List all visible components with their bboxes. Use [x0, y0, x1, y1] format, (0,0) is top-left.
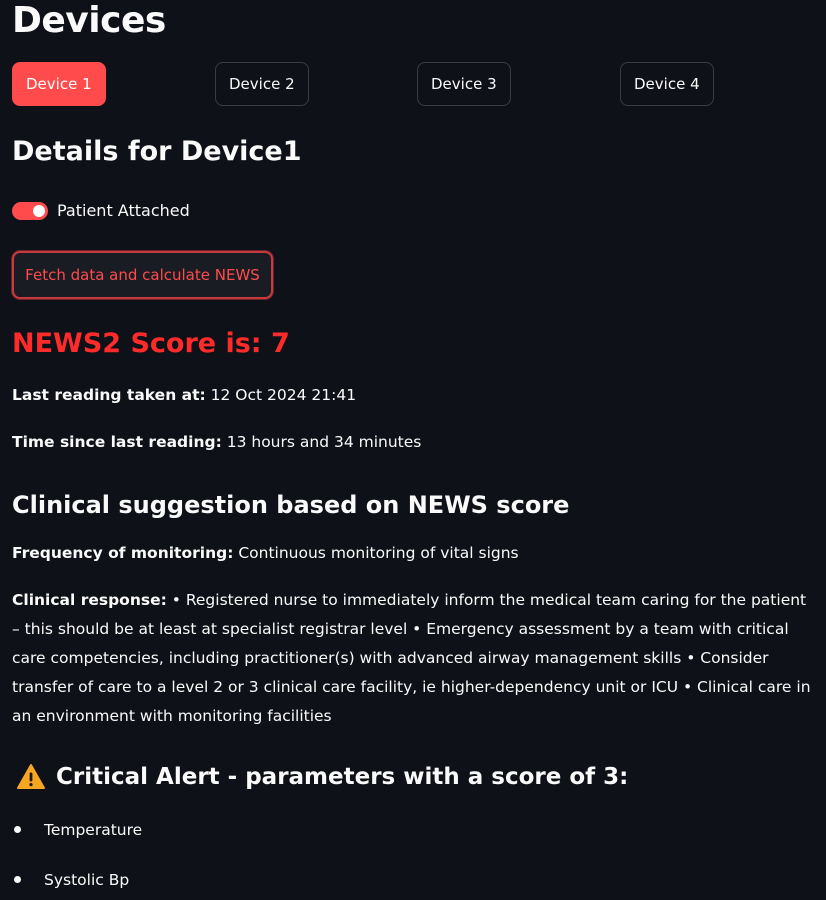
list-item: Temperature — [12, 805, 142, 855]
device-3-button[interactable]: Device 3 — [417, 62, 511, 106]
time-since-label: Time since last reading: — [12, 433, 222, 451]
critical-alert-text: Critical Alert - parameters with a score… — [56, 764, 629, 790]
frequency-value: Continuous monitoring of vital signs — [238, 544, 519, 562]
last-reading-value: 12 Oct 2024 21:41 — [210, 386, 357, 404]
clinical-response: Clinical response: • Registered nurse to… — [12, 586, 812, 731]
device-4-button[interactable]: Device 4 — [620, 62, 714, 106]
last-reading-label: Last reading taken at: — [12, 386, 206, 404]
clinical-response-label: Clinical response: — [12, 591, 167, 609]
last-reading-row: Last reading taken at: 12 Oct 2024 21:41 — [12, 384, 356, 406]
critical-alert-heading: Critical Alert - parameters with a score… — [16, 760, 628, 794]
toggle-knob — [33, 204, 45, 217]
page-title: Devices — [12, 0, 166, 41]
time-since-row: Time since last reading: 13 hours and 34… — [12, 431, 421, 453]
fetch-data-button[interactable]: Fetch data and calculate NEWS — [12, 251, 273, 299]
patient-attached-toggle[interactable] — [12, 201, 48, 220]
time-since-value: 13 hours and 34 minutes — [226, 433, 422, 451]
parameter-name: Systolic Bp — [44, 871, 130, 889]
clinical-suggestion-heading: Clinical suggestion based on NEWS score — [12, 491, 570, 519]
device-2-button[interactable]: Device 2 — [215, 62, 309, 106]
bullet-icon — [14, 826, 21, 833]
list-item: Systolic Bp — [12, 855, 142, 900]
frequency-label: Frequency of monitoring: — [12, 544, 234, 562]
critical-parameters-list: Temperature Systolic Bp — [12, 805, 142, 900]
bullet-icon — [14, 876, 21, 883]
frequency-row: Frequency of monitoring: Continuous moni… — [12, 542, 519, 564]
warning-icon — [17, 764, 45, 789]
clinical-response-value: • Registered nurse to immediately inform… — [12, 591, 811, 725]
patient-attached-label: Patient Attached — [57, 201, 190, 220]
news2-score: NEWS2 Score is: 7 — [12, 328, 290, 359]
patient-attached-toggle-row[interactable]: Patient Attached — [12, 201, 190, 220]
parameter-name: Temperature — [44, 821, 143, 839]
details-heading: Details for Device1 — [12, 136, 302, 167]
device-1-button[interactable]: Device 1 — [12, 62, 106, 106]
